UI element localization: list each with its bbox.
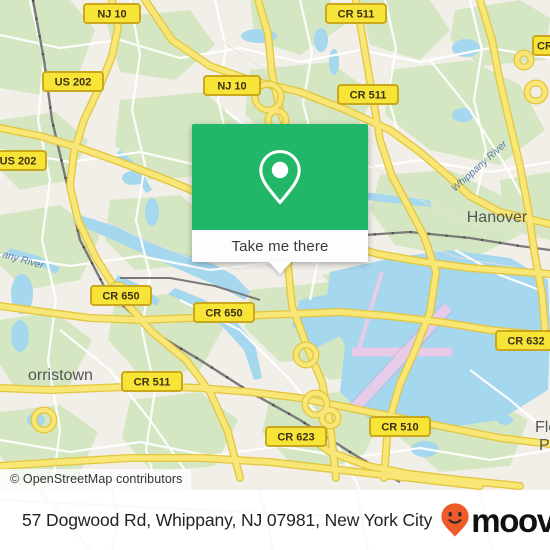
location-popup-card[interactable]: Take me there: [192, 124, 368, 274]
svg-text:CR 650: CR 650: [205, 308, 242, 320]
road-shield: US 202: [42, 71, 104, 92]
take-me-there-label: Take me there: [231, 237, 329, 255]
road-shield: NJ 10: [83, 3, 141, 24]
moovit-brand: moovit: [440, 502, 550, 538]
road-shield: CR 650: [90, 285, 152, 306]
footer-content: 57 Dogwood Rd, Whippany, NJ 07981, New Y…: [0, 502, 550, 538]
place-label-hanover: Hanover: [467, 209, 528, 226]
road-shield: CR 511: [337, 84, 399, 105]
svg-text:CR 511: CR 511: [350, 90, 387, 102]
road-shield: US 202: [0, 150, 47, 171]
svg-text:US 202: US 202: [0, 156, 36, 168]
svg-text:CR 511: CR 511: [134, 377, 171, 389]
place-label-florham-2: P: [539, 437, 550, 454]
road-shield: CR 511: [121, 371, 183, 392]
popup-header: [192, 124, 368, 230]
road-shield: CR 650: [193, 302, 255, 323]
svg-text:US 202: US 202: [55, 77, 92, 89]
attribution-text: © OpenStreetMap contributors: [10, 472, 183, 486]
osm-attribution[interactable]: © OpenStreetMap contributors: [0, 469, 191, 490]
moovit-map-screen: Whippany River any River Hanover orristo…: [0, 0, 550, 550]
map-pin-icon: [259, 149, 301, 205]
road-shield: NJ 10: [203, 75, 261, 96]
address-label: 57 Dogwood Rd, Whippany, NJ 07981, New Y…: [22, 509, 433, 530]
svg-text:CR 511: CR 511: [338, 9, 375, 21]
footer-bar: 57 Dogwood Rd, Whippany, NJ 07981, New Y…: [0, 490, 550, 550]
road-shield: CR 510: [369, 416, 431, 437]
svg-text:CR 510: CR 510: [381, 422, 418, 434]
road-shield: CR: [532, 35, 550, 56]
svg-text:NJ 10: NJ 10: [217, 81, 246, 93]
place-label-morristown: orristown: [28, 367, 93, 384]
svg-text:CR 632: CR 632: [507, 336, 544, 348]
svg-text:CR 623: CR 623: [277, 432, 314, 444]
popup-pointer: [268, 261, 292, 274]
svg-text:NJ 10: NJ 10: [97, 9, 126, 21]
road-shield: CR 511: [325, 3, 387, 24]
take-me-there-button[interactable]: Take me there: [192, 230, 368, 262]
road-shield: CR 623: [265, 426, 327, 447]
road-shield: CR 632: [495, 330, 550, 351]
moovit-smiley-pin-icon: [441, 503, 469, 537]
moovit-wordmark: moovit: [471, 501, 550, 539]
svg-text:CR 650: CR 650: [102, 291, 139, 303]
svg-text:CR: CR: [537, 41, 550, 53]
place-label-florham: Flo: [535, 419, 550, 436]
